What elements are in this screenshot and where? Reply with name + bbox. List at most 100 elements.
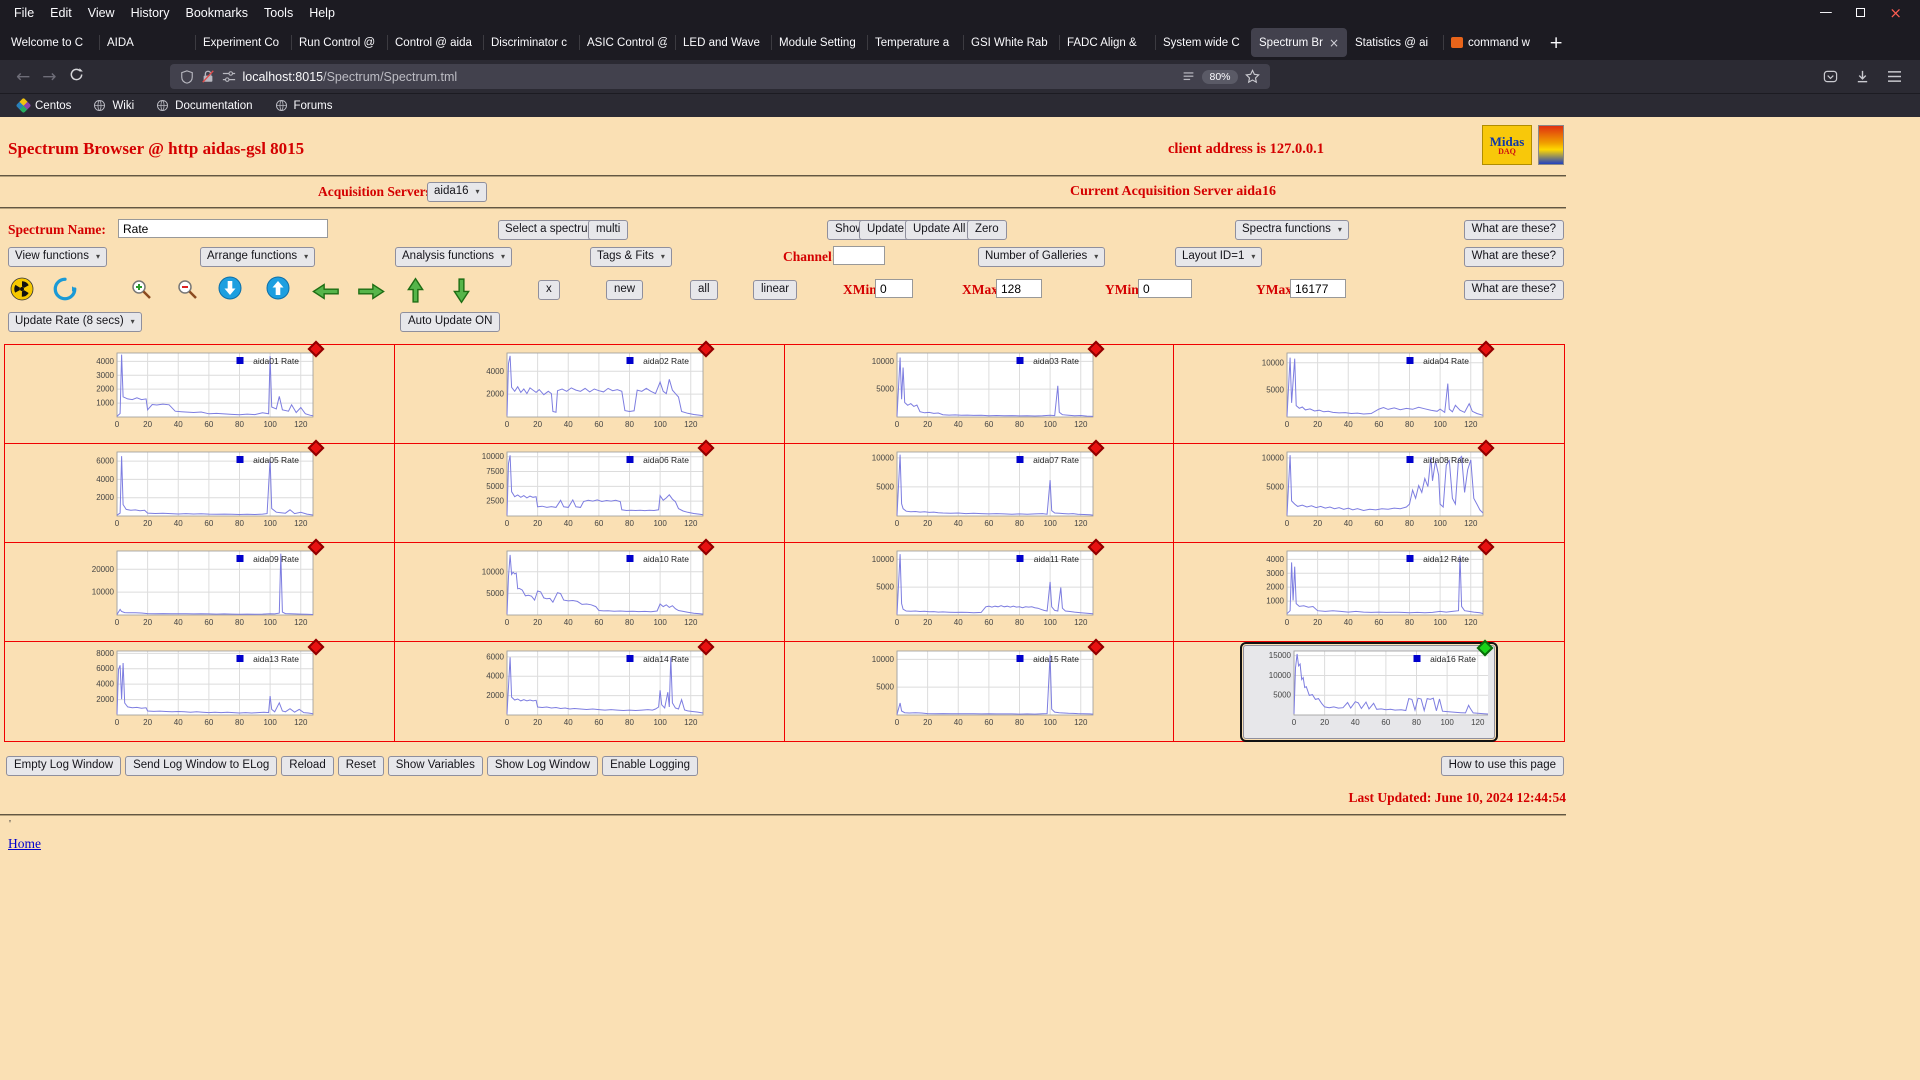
tab-system-wide-c[interactable]: System wide C [1155, 28, 1251, 57]
tab-statistics-ai[interactable]: Statistics @ ai [1347, 28, 1443, 57]
shield-icon[interactable] [180, 69, 194, 85]
tab-asic-control[interactable]: ASIC Control @ [579, 28, 675, 57]
ymin-input[interactable] [1138, 279, 1192, 298]
water-cycle-icon[interactable] [52, 276, 78, 302]
permissions-icon[interactable] [222, 70, 236, 84]
ymax-input[interactable] [1290, 279, 1346, 298]
footer-show-log-window[interactable]: Show Log Window [486, 756, 599, 776]
analysis-functions-dropdown[interactable]: Analysis functions ▾ [395, 247, 513, 267]
tab-module-setting[interactable]: Module Setting [771, 28, 867, 57]
reload-icon[interactable] [63, 67, 90, 87]
tab-command-w[interactable]: command w [1443, 28, 1539, 57]
what-are-these-button-2[interactable]: What are these? [1463, 247, 1564, 267]
lock-crossed-icon[interactable] [201, 69, 215, 84]
tab-run-control[interactable]: Run Control @ [291, 28, 387, 57]
footer-empty-log-window[interactable]: Empty Log Window [6, 756, 122, 776]
arrow-right-icon[interactable] [357, 282, 385, 301]
spectrum-chart-aida15[interactable]: 5000 10000 0 20 40 60 80 100 120 aida15 Rate [853, 638, 1105, 739]
spectrum-chart-aida06[interactable]: 2500 5000 7500 10000 0 20 40 60 80 100 120 aida06 R… [463, 439, 715, 540]
bookmark-centos[interactable]: Centos [10, 97, 79, 114]
tab-experiment-co[interactable]: Experiment Co [195, 28, 291, 57]
spectrum-chart-aida12[interactable]: 1000 2000 3000 4000 0 20 40 60 80 100 120 aida12 Ra… [1243, 538, 1495, 639]
what-are-these-button-1[interactable]: What are these? [1463, 220, 1564, 240]
radiation-icon[interactable] [10, 277, 34, 301]
x-button[interactable]: x [538, 280, 560, 300]
spectrum-chart-aida13[interactable]: 2000 4000 6000 8000 0 20 40 60 80 100 120 aida13 Ra… [73, 638, 325, 739]
close-icon[interactable]: × [1889, 4, 1902, 22]
multi-button[interactable]: multi [588, 220, 629, 240]
update-all-button[interactable]: Update All [905, 220, 974, 240]
xmin-input[interactable] [875, 279, 913, 298]
downloads-icon[interactable] [1855, 69, 1870, 84]
footer-show-variables[interactable]: Show Variables [387, 756, 483, 776]
hamburger-menu-icon[interactable] [1887, 70, 1902, 83]
forward-icon[interactable]: → [36, 67, 62, 87]
scroll-up-icon[interactable] [266, 276, 290, 300]
spectrum-chart-aida09[interactable]: 10000 20000 0 20 40 60 80 100 120 aida09 Rate [73, 538, 325, 639]
menu-history[interactable]: History [123, 4, 178, 22]
maximize-icon[interactable] [1856, 8, 1866, 17]
spectrum-chart-aida02[interactable]: 2000 4000 0 20 40 60 80 100 120 aida02 Rate [463, 340, 715, 441]
tab-close-icon[interactable]: × [1329, 36, 1339, 50]
bookmark-wiki[interactable]: Wiki [85, 97, 142, 114]
bookmark-documentation[interactable]: Documentation [148, 97, 260, 114]
what-are-these-button-3[interactable]: What are these? [1463, 280, 1564, 300]
tab-led-and-wave[interactable]: LED and Wave [675, 28, 771, 57]
zero-button[interactable]: Zero [967, 220, 1007, 240]
auto-update-button[interactable]: Auto Update ON [400, 312, 501, 332]
arrow-down-icon[interactable] [452, 277, 471, 304]
bookmark-star-icon[interactable] [1244, 69, 1260, 84]
footer-send-log-window-to-elog[interactable]: Send Log Window to ELog [125, 756, 278, 776]
spectrum-chart-aida16[interactable]: 5000 10000 15000 0 20 40 60 80 100 120 aida16 Rate [1240, 639, 1499, 742]
menu-bookmarks[interactable]: Bookmarks [177, 4, 256, 22]
spectrum-chart-aida01[interactable]: 1000 2000 3000 4000 0 20 40 60 80 100 120 aida01 Ra… [73, 340, 325, 441]
menu-edit[interactable]: Edit [42, 4, 80, 22]
view-functions-dropdown[interactable]: View functions ▾ [8, 247, 107, 267]
arrow-up-icon[interactable] [406, 277, 425, 304]
tab-fadc-align[interactable]: FADC Align & [1059, 28, 1155, 57]
url-bar[interactable]: localhost:8015/Spectrum/Spectrum.tml 80% [169, 64, 1270, 89]
minimize-icon[interactable]: — [1819, 5, 1832, 20]
tab-aida[interactable]: AIDA [99, 28, 195, 57]
all-button[interactable]: all [690, 280, 718, 300]
spectrum-chart-aida03[interactable]: 5000 10000 0 20 40 60 80 100 120 aida03 Rate [853, 340, 1105, 441]
arrow-left-icon[interactable] [312, 282, 340, 301]
zoom-out-icon[interactable] [174, 277, 200, 301]
update-rate-dropdown[interactable]: Update Rate (8 secs) ▾ [8, 312, 142, 332]
back-icon[interactable]: ← [10, 67, 36, 87]
zoom-level-badge[interactable]: 80% [1202, 69, 1238, 84]
spectrum-chart-aida07[interactable]: 5000 10000 0 20 40 60 80 100 120 aida07 Rate [853, 439, 1105, 540]
zoom-in-icon[interactable] [128, 277, 154, 301]
tab-discriminator-c[interactable]: Discriminator c [483, 28, 579, 57]
footer-enable-logging[interactable]: Enable Logging [602, 756, 699, 776]
tab-gsi-white-rab[interactable]: GSI White Rab [963, 28, 1059, 57]
how-to-use-button[interactable]: How to use this page [1440, 756, 1564, 776]
bookmark-forums[interactable]: Forums [267, 97, 341, 114]
footer-reload[interactable]: Reload [281, 756, 334, 776]
number-of-galleries-dropdown[interactable]: Number of Galleries ▾ [978, 247, 1106, 267]
tab-spectrum-br[interactable]: Spectrum Br × [1251, 28, 1347, 57]
spectrum-chart-aida04[interactable]: 5000 10000 0 20 40 60 80 100 120 aida04 Rate [1243, 340, 1495, 441]
spectrum-chart-aida11[interactable]: 5000 10000 0 20 40 60 80 100 120 aida11 Rate [853, 538, 1105, 639]
home-link[interactable]: Home [8, 836, 41, 852]
tab-control-aida[interactable]: Control @ aida [387, 28, 483, 57]
menu-tools[interactable]: Tools [256, 4, 301, 22]
linear-button[interactable]: linear [753, 280, 798, 300]
menu-file[interactable]: File [6, 4, 42, 22]
tab-temperature-a[interactable]: Temperature a [867, 28, 963, 57]
spectrum-name-input[interactable] [118, 219, 328, 238]
channel-input[interactable] [833, 246, 885, 265]
menu-view[interactable]: View [80, 4, 123, 22]
menu-help[interactable]: Help [301, 4, 343, 22]
arrange-functions-dropdown[interactable]: Arrange functions ▾ [200, 247, 316, 267]
spectrum-chart-aida14[interactable]: 2000 4000 6000 0 20 40 60 80 100 120 aida14 Rate [463, 638, 715, 739]
spectrum-chart-aida05[interactable]: 2000 4000 6000 0 20 40 60 80 100 120 aida05 Rate [73, 439, 325, 540]
scroll-down-icon[interactable] [218, 276, 242, 300]
spectrum-chart-aida10[interactable]: 5000 10000 0 20 40 60 80 100 120 aida10 Rate [463, 538, 715, 639]
tags-fits-dropdown[interactable]: Tags & Fits ▾ [590, 247, 672, 267]
footer-reset[interactable]: Reset [337, 756, 384, 776]
layout-id-dropdown[interactable]: Layout ID=1 ▾ [1175, 247, 1263, 267]
spectrum-chart-aida08[interactable]: 5000 10000 0 20 40 60 80 100 120 aida08 Rate [1243, 439, 1495, 540]
new-tab-button[interactable]: + [1539, 33, 1573, 53]
spectra-functions-dropdown[interactable]: Spectra functions ▾ [1235, 220, 1349, 240]
